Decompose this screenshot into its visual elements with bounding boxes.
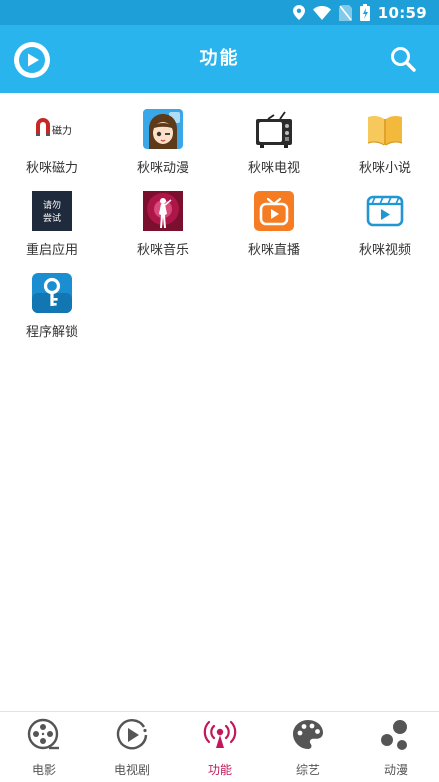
feature-magnet[interactable]: 磁力 秋咪磁力 [2,93,102,176]
live-icon [254,191,294,231]
tab-movies[interactable]: 电影 [0,712,88,782]
feature-video[interactable]: 秋咪视频 [335,175,435,258]
search-button[interactable] [389,45,417,73]
svg-text:请勿: 请勿 [43,199,61,211]
feature-novel[interactable]: 秋咪小说 [335,93,435,176]
page-title: 功能 [199,48,240,69]
feature-anime[interactable]: 秋咪动漫 [113,93,213,176]
feature-label: 秋咪音乐 [136,243,189,258]
tab-label: 电视剧 [113,763,150,777]
palette-icon [293,720,323,749]
feature-label: 秋咪小说 [358,161,411,176]
feature-label: 秋咪直播 [247,243,300,258]
tab-features[interactable]: 功能 [176,712,264,782]
location-icon [292,5,305,20]
feature-label: 程序解锁 [25,325,78,340]
tab-label: 电影 [31,763,56,777]
broadcast-icon [203,720,237,748]
feature-restart[interactable]: 请勿 尝试 重启应用 [2,175,102,258]
video-icon [366,195,404,227]
battery-icon [359,4,370,21]
feature-tv[interactable]: 秋咪电视 [224,93,324,176]
search-icon [391,47,416,72]
wifi-icon [312,5,331,20]
restart-icon: 请勿 尝试 [32,191,72,231]
magnet-icon: 磁力 [32,109,72,149]
film-reel-icon [27,718,59,750]
music-icon [143,191,183,231]
feature-unlock[interactable]: 程序解锁 [2,257,102,340]
bottom-nav: 电影 电视剧 功能 综艺 动漫 [0,711,439,782]
tv-icon [256,111,292,148]
tab-variety[interactable]: 综艺 [264,712,352,782]
feature-label: 重启应用 [25,243,78,258]
key-icon [32,273,72,313]
feature-label: 秋咪磁力 [25,161,78,176]
feature-live[interactable]: 秋咪直播 [224,175,324,258]
svg-text:尝试: 尝试 [43,212,61,224]
tab-label: 功能 [207,763,232,777]
tab-anime[interactable]: 动漫 [352,712,439,782]
app-bar: 功能 [0,25,439,93]
book-icon [367,115,403,146]
status-time: 10:59 [377,3,427,22]
no-sim-icon [338,4,352,21]
feature-label: 秋咪电视 [247,161,300,176]
tab-tv-series[interactable]: 电视剧 [88,712,176,782]
status-bar: 10:59 [0,0,439,25]
dots-icon [381,720,407,750]
feature-label: 秋咪视频 [358,243,411,258]
tab-label: 综艺 [295,763,320,777]
feature-music[interactable]: 秋咪音乐 [113,175,213,258]
play-circle-icon [116,719,148,750]
anime-girl-icon [143,109,183,149]
feature-label: 秋咪动漫 [136,161,189,176]
tab-label: 动漫 [383,763,408,777]
svg-text:磁力: 磁力 [52,124,72,137]
